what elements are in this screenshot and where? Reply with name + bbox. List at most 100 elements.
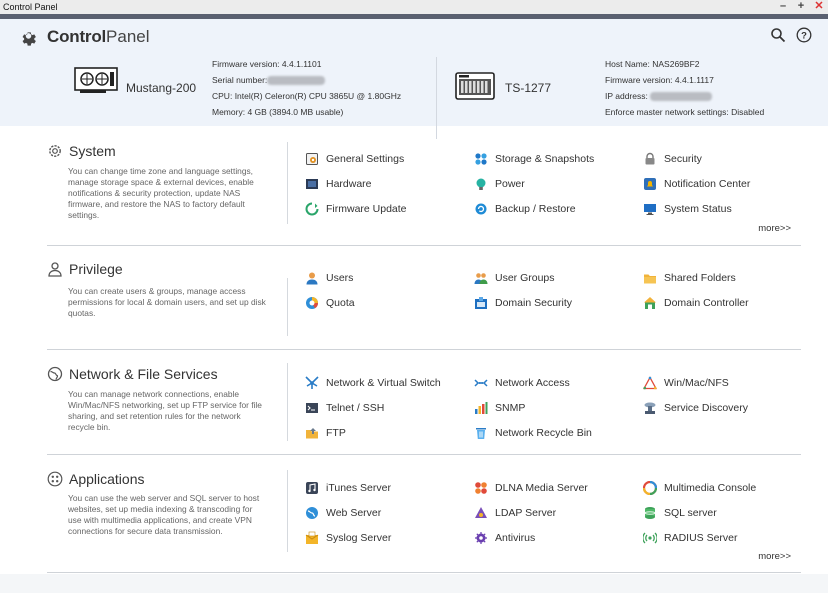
web-server-item[interactable]: Web Server bbox=[305, 506, 381, 520]
win-mac-nfs-icon bbox=[643, 376, 657, 390]
general-settings-icon bbox=[306, 153, 318, 165]
hardware-icon bbox=[306, 179, 318, 189]
network-virtual-switch-item[interactable]: Network & Virtual Switch bbox=[305, 376, 441, 390]
power-label: Power bbox=[495, 178, 525, 190]
notification-center-label: Notification Center bbox=[664, 178, 751, 190]
antivirus-item[interactable]: Antivirus bbox=[474, 531, 535, 545]
ldap-server-label: LDAP Server bbox=[495, 507, 557, 519]
ldap-server-item[interactable]: LDAP Server bbox=[474, 506, 556, 520]
dlna-icon bbox=[475, 482, 487, 494]
itunes-server-item[interactable]: iTunes Server bbox=[305, 481, 391, 495]
win-mac-nfs-label: Win/Mac/NFS bbox=[664, 377, 729, 389]
domain-controller-item[interactable]: Domain Controller bbox=[643, 296, 749, 310]
snmp-icon bbox=[475, 402, 488, 414]
domain-security-item[interactable]: Domain Security bbox=[474, 296, 572, 310]
hardware-item[interactable]: Hardware bbox=[305, 177, 372, 191]
device1-cpu: Intel(R) Celeron(R) CPU 3865U @ 1.80GHz bbox=[234, 91, 402, 101]
terminal-icon bbox=[306, 403, 318, 413]
device2-enforce-label: Enforce master network settings: bbox=[605, 107, 729, 117]
quota-item[interactable]: Quota bbox=[305, 296, 355, 310]
multimedia-icon bbox=[643, 481, 657, 495]
users-icon bbox=[306, 272, 318, 285]
power-bulb-icon bbox=[476, 178, 486, 190]
service-discovery-icon bbox=[644, 402, 656, 414]
footer-band bbox=[0, 574, 828, 593]
backup-restore-item[interactable]: Backup / Restore bbox=[474, 202, 576, 216]
network-access-item[interactable]: Network Access bbox=[474, 376, 570, 390]
firmware-update-item[interactable]: Firmware Update bbox=[305, 202, 407, 216]
storage-snapshots-item[interactable]: Storage & Snapshots bbox=[474, 152, 594, 166]
telnet-ssh-item[interactable]: Telnet / SSH bbox=[305, 401, 384, 415]
user-groups-item[interactable]: User Groups bbox=[474, 271, 555, 285]
syslog-server-item[interactable]: Syslog Server bbox=[305, 531, 391, 545]
maximize-icon[interactable]: + bbox=[796, 0, 806, 13]
users-item[interactable]: Users bbox=[305, 271, 353, 285]
power-item[interactable]: Power bbox=[474, 177, 525, 191]
system-status-item[interactable]: System Status bbox=[643, 202, 732, 216]
section-divider bbox=[287, 363, 288, 441]
storage-snapshots-label: Storage & Snapshots bbox=[495, 153, 595, 165]
close-icon[interactable]: ✕ bbox=[814, 0, 824, 13]
notification-center-item[interactable]: Notification Center bbox=[643, 177, 750, 191]
applications-more-link[interactable]: more>> bbox=[758, 551, 791, 562]
applications-description: You can use the web server and SQL serve… bbox=[68, 493, 260, 536]
search-icon[interactable] bbox=[770, 27, 786, 43]
system-status-label: System Status bbox=[664, 203, 732, 215]
storage-icon bbox=[475, 153, 487, 165]
device2-firmware-label: Firmware version: bbox=[605, 75, 673, 85]
hardware-label: Hardware bbox=[326, 178, 372, 190]
help-icon[interactable]: ? bbox=[796, 27, 812, 43]
system-more-link[interactable]: more>> bbox=[758, 223, 791, 234]
sql-server-item[interactable]: SQL server bbox=[643, 506, 717, 520]
device1-serial-label: Serial number: bbox=[212, 75, 268, 85]
device2-ip-label: IP address: bbox=[605, 91, 648, 101]
title-control: Control bbox=[47, 27, 107, 46]
snmp-item[interactable]: SNMP bbox=[474, 401, 525, 415]
section-divider bbox=[287, 278, 288, 336]
itunes-icon bbox=[306, 482, 318, 494]
ftp-item[interactable]: FTP bbox=[305, 426, 346, 440]
general-settings-item[interactable]: General Settings bbox=[305, 152, 404, 166]
radius-server-label: RADIUS Server bbox=[664, 532, 738, 544]
applications-heading: Applications bbox=[47, 471, 145, 487]
window-title: Control Panel bbox=[3, 2, 58, 12]
quota-label: Quota bbox=[326, 297, 355, 309]
device2-enforce: Disabled bbox=[731, 107, 765, 117]
network-title: Network & File Services bbox=[69, 366, 218, 382]
ftp-label: FTP bbox=[326, 427, 346, 439]
device1-firmware-label: Firmware version: bbox=[212, 59, 280, 69]
service-discovery-label: Service Discovery bbox=[664, 402, 749, 414]
window-title-bar: Control Panel – + ✕ bbox=[0, 0, 828, 14]
device2-info: Host Name: NAS269BF2 Firmware version: 4… bbox=[605, 56, 764, 120]
security-item[interactable]: Security bbox=[643, 152, 702, 166]
mustang-card-icon bbox=[74, 67, 118, 93]
antivirus-icon bbox=[475, 532, 487, 544]
header: ControlPanel ? Mustang-200 Firmware vers… bbox=[0, 19, 828, 139]
dlna-media-server-item[interactable]: DLNA Media Server bbox=[474, 481, 588, 495]
minimize-icon[interactable]: – bbox=[778, 0, 788, 13]
section-divider bbox=[287, 470, 288, 552]
network-description: You can manage network connections, enab… bbox=[68, 389, 262, 432]
privilege-title: Privilege bbox=[69, 261, 123, 277]
service-discovery-item[interactable]: Service Discovery bbox=[643, 401, 748, 415]
network-recycle-bin-item[interactable]: Network Recycle Bin bbox=[474, 426, 592, 440]
syslog-server-label: Syslog Server bbox=[326, 532, 392, 544]
device1-cpu-label: CPU: bbox=[212, 91, 233, 101]
device2-name: TS-1277 bbox=[505, 81, 552, 95]
win-mac-nfs-item[interactable]: Win/Mac/NFS bbox=[643, 376, 729, 390]
itunes-server-label: iTunes Server bbox=[326, 482, 391, 494]
quota-icon bbox=[306, 297, 318, 309]
multimedia-console-item[interactable]: Multimedia Console bbox=[643, 481, 756, 495]
radius-server-item[interactable]: RADIUS Server bbox=[643, 531, 738, 545]
shared-folders-item[interactable]: Shared Folders bbox=[643, 271, 736, 285]
lock-icon bbox=[645, 152, 655, 165]
security-label: Security bbox=[664, 153, 702, 165]
backup-restore-label: Backup / Restore bbox=[495, 203, 576, 215]
apps-icon bbox=[47, 471, 63, 487]
domain-controller-icon bbox=[644, 297, 656, 309]
app-title: ControlPanel bbox=[19, 27, 150, 47]
sql-server-label: SQL server bbox=[664, 507, 717, 519]
syslog-icon bbox=[305, 531, 319, 544]
domain-controller-label: Domain Controller bbox=[664, 297, 749, 309]
antivirus-label: Antivirus bbox=[495, 532, 536, 544]
